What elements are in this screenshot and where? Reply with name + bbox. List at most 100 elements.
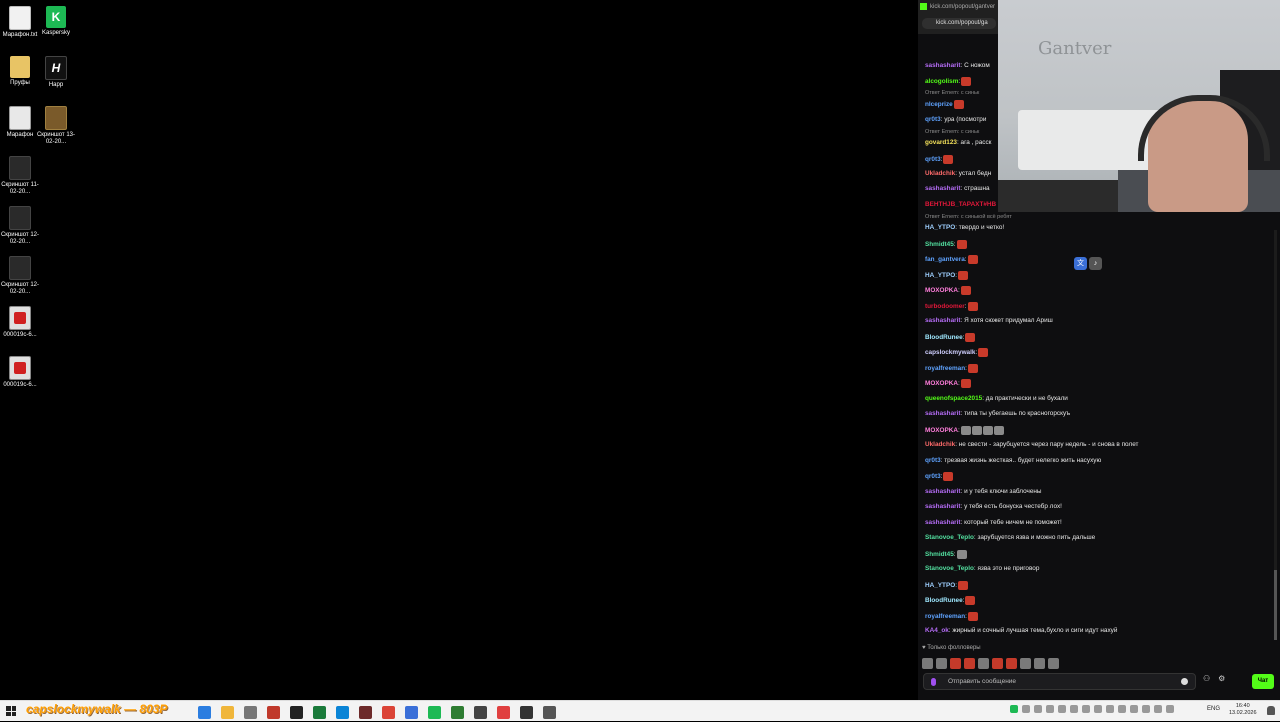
chat-send-button[interactable]: Чат [1252, 674, 1274, 689]
emote-button[interactable] [978, 658, 989, 669]
terminal-icon[interactable] [313, 706, 326, 720]
desktop-icon-screenshot-2[interactable]: Скриншот 11-02-20... [0, 156, 40, 196]
desktop-icon-image-1[interactable]: 000019c-6... [0, 306, 40, 339]
notification-bell-icon[interactable] [1267, 706, 1275, 715]
app-dark-icon[interactable] [290, 706, 303, 720]
edge-icon[interactable] [336, 706, 349, 720]
chat-username[interactable]: BEHTHJB_TAPAXT#HB [925, 201, 996, 208]
chat-username[interactable]: Shmidt45 [925, 241, 954, 248]
desktop-icon-prufy[interactable]: Пруфы [0, 56, 40, 87]
desktop-icon-screenshot-3[interactable]: Скриншот 12-02-20... [0, 206, 40, 246]
translate-icon[interactable]: 文 [1074, 257, 1087, 270]
tray-icon[interactable] [1106, 705, 1114, 713]
tray-icon[interactable] [1058, 705, 1066, 713]
chat-username[interactable]: Ukladchik [925, 170, 955, 177]
chat-username[interactable]: KA4_ok [925, 627, 949, 634]
chat-username[interactable]: royalfreeman [925, 613, 965, 620]
desktop-icon-kaspersky[interactable]: K Kaspersky [36, 6, 76, 37]
taskbar-search-banner[interactable]: capslockmywalk — 803P [26, 702, 167, 716]
settings-icon[interactable] [543, 706, 556, 720]
chat-username[interactable]: HA_YTPO [925, 582, 955, 589]
scrollbar-thumb[interactable] [1274, 570, 1277, 640]
chat-username[interactable]: fan_gantvera [925, 256, 965, 263]
chat-username[interactable]: MOXOPKA [925, 287, 958, 294]
desktop-icon-marafon-txt[interactable]: Марафон.txt [0, 6, 40, 39]
tool-icon[interactable] [244, 706, 257, 720]
tray-icon[interactable] [1118, 705, 1126, 713]
tray-icon[interactable] [1166, 705, 1174, 713]
emote-button[interactable] [950, 658, 961, 669]
emote-button[interactable] [992, 658, 1003, 669]
desktop-icon-screenshot-1[interactable]: Скриншот 13-02-20... [36, 106, 76, 146]
chat-username[interactable]: MOXOPKA [925, 427, 958, 434]
chat-username[interactable]: qr0t3 [925, 457, 941, 464]
chat-username[interactable]: MOXOPKA [925, 380, 958, 387]
chat-username[interactable]: qr0t3 [925, 156, 941, 163]
chat-username[interactable]: sashasharit [925, 503, 961, 510]
desktop-icon-happ[interactable]: H Нарр [36, 56, 76, 89]
browser-icon[interactable] [198, 706, 211, 720]
chat-username[interactable]: sashasharit [925, 62, 961, 69]
emote-button[interactable] [936, 658, 947, 669]
chrome-icon[interactable] [382, 706, 395, 720]
app-grid-icon[interactable] [451, 706, 464, 720]
tray-icon[interactable] [1142, 705, 1150, 713]
emote-button[interactable] [964, 658, 975, 669]
app-64-icon[interactable] [267, 706, 280, 720]
chat-username[interactable]: Stanovoe_Teplo [925, 565, 974, 572]
chat-username[interactable]: royalfreeman [925, 365, 965, 372]
taskbar-clock[interactable]: 16:40 13.02.2026 [1229, 703, 1257, 717]
chat-username[interactable]: qr0t3 [925, 473, 941, 480]
chat-username[interactable]: Shmidt45 [925, 551, 954, 558]
desktop-icon-screenshot-4[interactable]: Скриншот 12-02-20... [0, 256, 40, 296]
chat-username[interactable]: sashasharit [925, 317, 961, 324]
app-green-icon[interactable] [428, 706, 441, 720]
language-indicator[interactable]: ENG [1207, 706, 1220, 712]
chat-username[interactable]: Ukladchik [925, 441, 955, 448]
calculator-icon[interactable] [405, 706, 418, 720]
settings-gear-icon[interactable]: ⚙ [1218, 674, 1225, 683]
desktop-icon-marafon[interactable]: Марафон [0, 106, 40, 139]
emote-button[interactable] [1006, 658, 1017, 669]
tray-icon[interactable] [1070, 705, 1078, 713]
chat-username[interactable]: BloodRunee [925, 597, 963, 604]
emoji-icon[interactable] [1181, 678, 1188, 685]
chat-username[interactable]: BloodRunee [925, 334, 963, 341]
chat-scrollbar[interactable] [1274, 230, 1277, 640]
popup-url-field[interactable]: kick.com/popout/ga [922, 18, 996, 29]
windows-start-icon[interactable] [6, 706, 16, 716]
chat-username[interactable]: govard123 [925, 139, 957, 146]
chat-username[interactable]: capslockmywalk [925, 349, 975, 356]
chat-username[interactable]: sashasharit [925, 185, 961, 192]
yandex-icon[interactable] [497, 706, 510, 720]
tray-icon[interactable] [1154, 705, 1162, 713]
chat-username[interactable]: nlceprize [925, 101, 953, 108]
emote-button[interactable] [922, 658, 933, 669]
chat-message-input[interactable]: Отправить сообщение [923, 673, 1196, 690]
chat-username[interactable]: sashasharit [925, 519, 961, 526]
app-gray-icon[interactable] [474, 706, 487, 720]
emote-button[interactable] [1034, 658, 1045, 669]
chat-username[interactable]: Stanovoe_Teplo [925, 534, 974, 541]
microphone-icon[interactable] [931, 678, 936, 686]
chat-username[interactable]: queenofspace2015 [925, 395, 982, 402]
tray-icon[interactable] [1022, 705, 1030, 713]
users-icon[interactable]: ⚇ [1203, 674, 1210, 683]
tray-icon[interactable] [1082, 705, 1090, 713]
tray-icon[interactable] [1046, 705, 1054, 713]
chat-username[interactable]: HA_YTPO [925, 272, 955, 279]
emote-button[interactable] [1020, 658, 1031, 669]
file-explorer-icon[interactable] [221, 706, 234, 720]
chat-username[interactable]: HA_YTPO [925, 224, 955, 231]
tray-icon[interactable] [1094, 705, 1102, 713]
tray-icon[interactable] [1130, 705, 1138, 713]
chat-username[interactable]: turbodoomer [925, 303, 965, 310]
app-x-icon[interactable] [520, 706, 533, 720]
game-icon[interactable] [359, 706, 372, 720]
chat-username[interactable]: qr0t3 [925, 116, 941, 123]
tray-icon[interactable] [1010, 705, 1018, 713]
emote-button[interactable] [1048, 658, 1059, 669]
chat-username[interactable]: sashasharit [925, 410, 961, 417]
chat-username[interactable]: sashasharit [925, 488, 961, 495]
tray-icon[interactable] [1034, 705, 1042, 713]
